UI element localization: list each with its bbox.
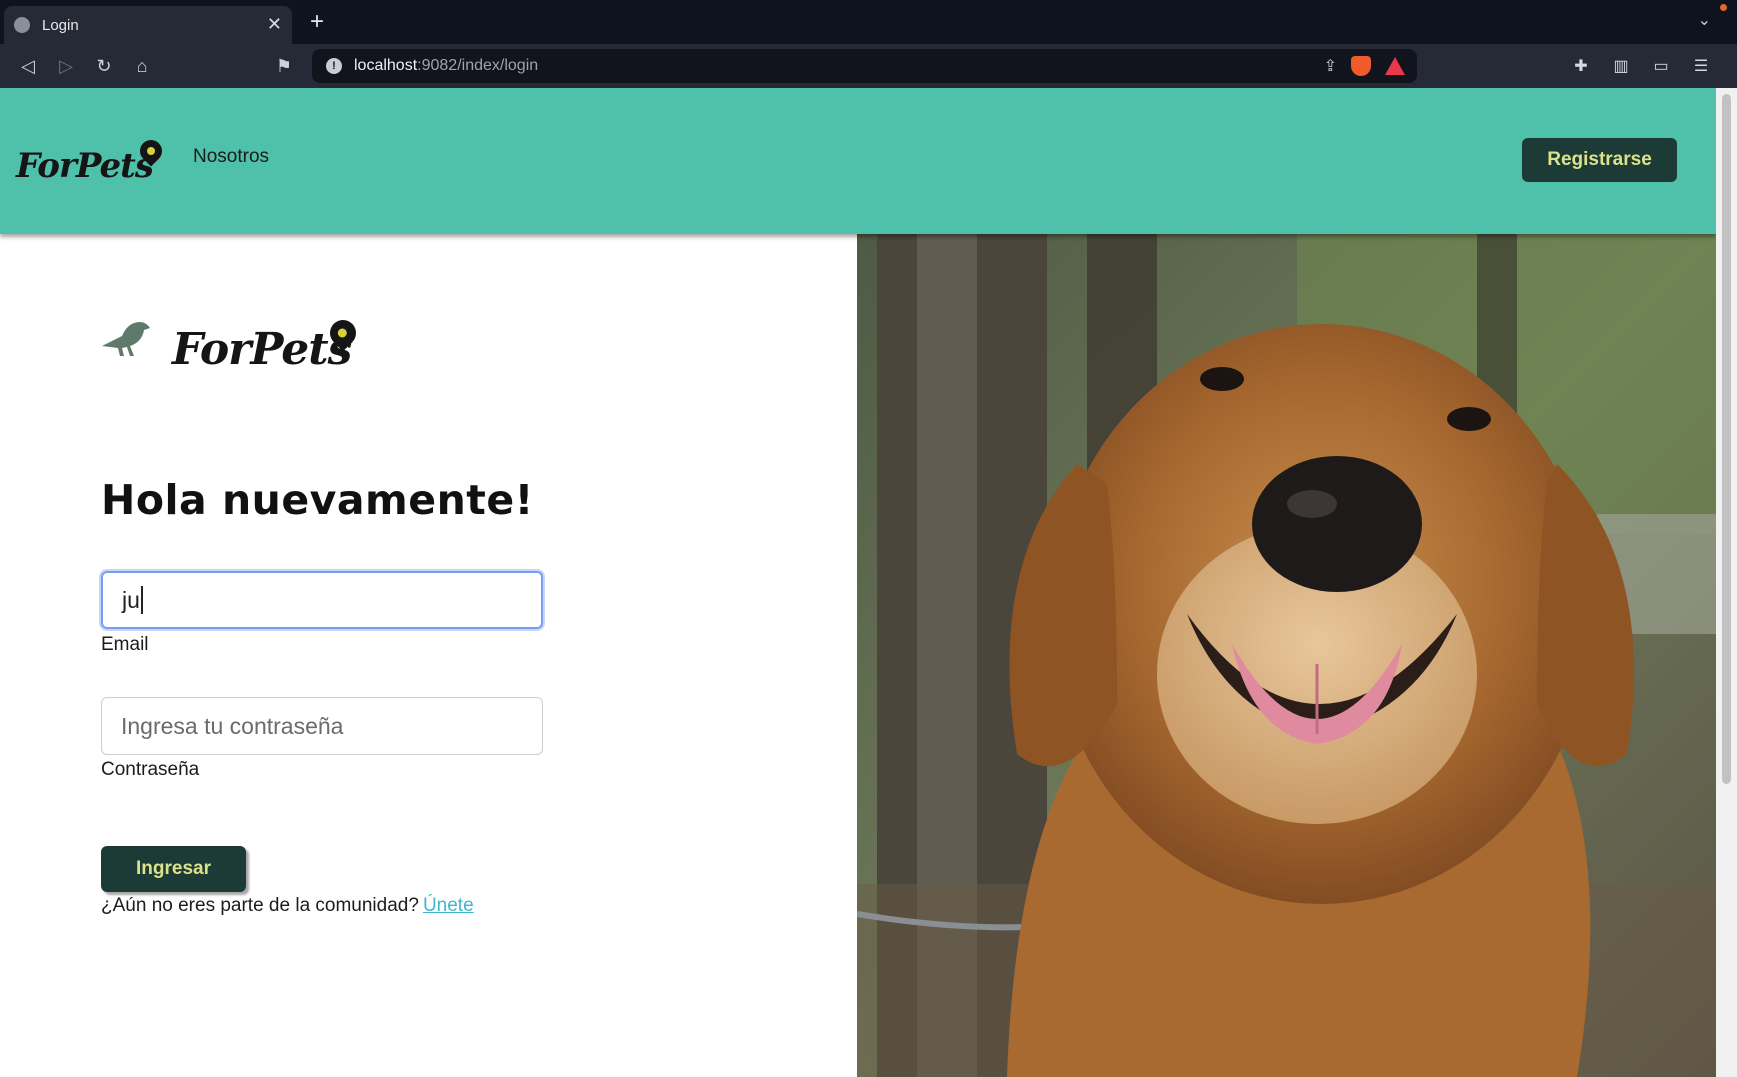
bookmark-icon[interactable]: ⚑ [272, 54, 296, 78]
password-input[interactable]: Ingresa tu contraseña [101, 697, 543, 755]
tab-title: Login [42, 16, 79, 34]
text-caret [140, 586, 143, 614]
nav-link-nosotros[interactable]: Nosotros [193, 146, 269, 168]
menu-icon[interactable]: ☰ [1690, 56, 1712, 76]
notification-dot [1720, 4, 1727, 11]
home-icon[interactable]: ⌂ [130, 54, 154, 78]
main-logo: ForPets [172, 324, 352, 375]
email-input[interactable]: ju [101, 571, 543, 629]
address-bar[interactable]: ! localhost :9082/index/login ⇪ [312, 49, 1417, 83]
register-button[interactable]: Registrarse [1522, 138, 1677, 182]
scrollbar-thumb[interactable] [1722, 94, 1731, 784]
page-scrollbar[interactable] [1716, 88, 1737, 1077]
tab-search-chevron-icon[interactable]: ⌄ [1698, 10, 1711, 30]
browser-toolbar: ◁ ▷ ↻ ⌂ ⚑ ! localhost :9082/index/login … [0, 44, 1737, 88]
site-header: ForPets Nosotros Registrarse [0, 88, 1716, 234]
browser-tab-bar: Login ✕ + ⌄ [0, 0, 1737, 44]
page-title: Hola nuevamente! [101, 476, 534, 524]
password-label: Contraseña [101, 759, 200, 780]
page: ForPets Nosotros Registrarse ForPets Hol… [0, 88, 1716, 1077]
share-icon[interactable]: ⇪ [1324, 56, 1337, 76]
brave-shields-icon[interactable] [1351, 56, 1371, 76]
sidebar-icon[interactable]: ▥ [1610, 56, 1632, 76]
signup-prompt: ¿Aún no eres parte de la comunidad? Únete [101, 895, 474, 917]
wallet-icon[interactable]: ▭ [1650, 56, 1672, 76]
site-info-icon[interactable]: ! [326, 58, 342, 74]
back-icon[interactable]: ◁ [16, 54, 40, 78]
header-logo[interactable]: ForPets [16, 146, 154, 186]
email-value: ju [122, 586, 140, 613]
browser-tab[interactable]: Login ✕ [4, 6, 292, 44]
signup-prompt-text: ¿Aún no eres parte de la comunidad? [101, 895, 419, 916]
login-button[interactable]: Ingresar [101, 846, 246, 892]
dog-photo [857, 234, 1716, 1077]
url-path: :9082/index/login [417, 57, 539, 74]
email-label: Email [101, 634, 149, 655]
url-host: localhost [354, 57, 418, 74]
globe-icon [14, 17, 30, 33]
close-tab-icon[interactable]: ✕ [267, 14, 282, 35]
password-placeholder: Ingresa tu contraseña [121, 712, 344, 739]
new-tab-icon[interactable]: + [310, 8, 324, 36]
reload-icon[interactable]: ↻ [92, 54, 116, 78]
brave-rewards-icon[interactable] [1385, 57, 1405, 75]
bird-logo-icon [102, 322, 150, 356]
extensions-icon[interactable]: ✚ [1570, 56, 1592, 76]
signup-link[interactable]: Únete [423, 895, 474, 916]
forward-icon[interactable]: ▷ [54, 54, 78, 78]
